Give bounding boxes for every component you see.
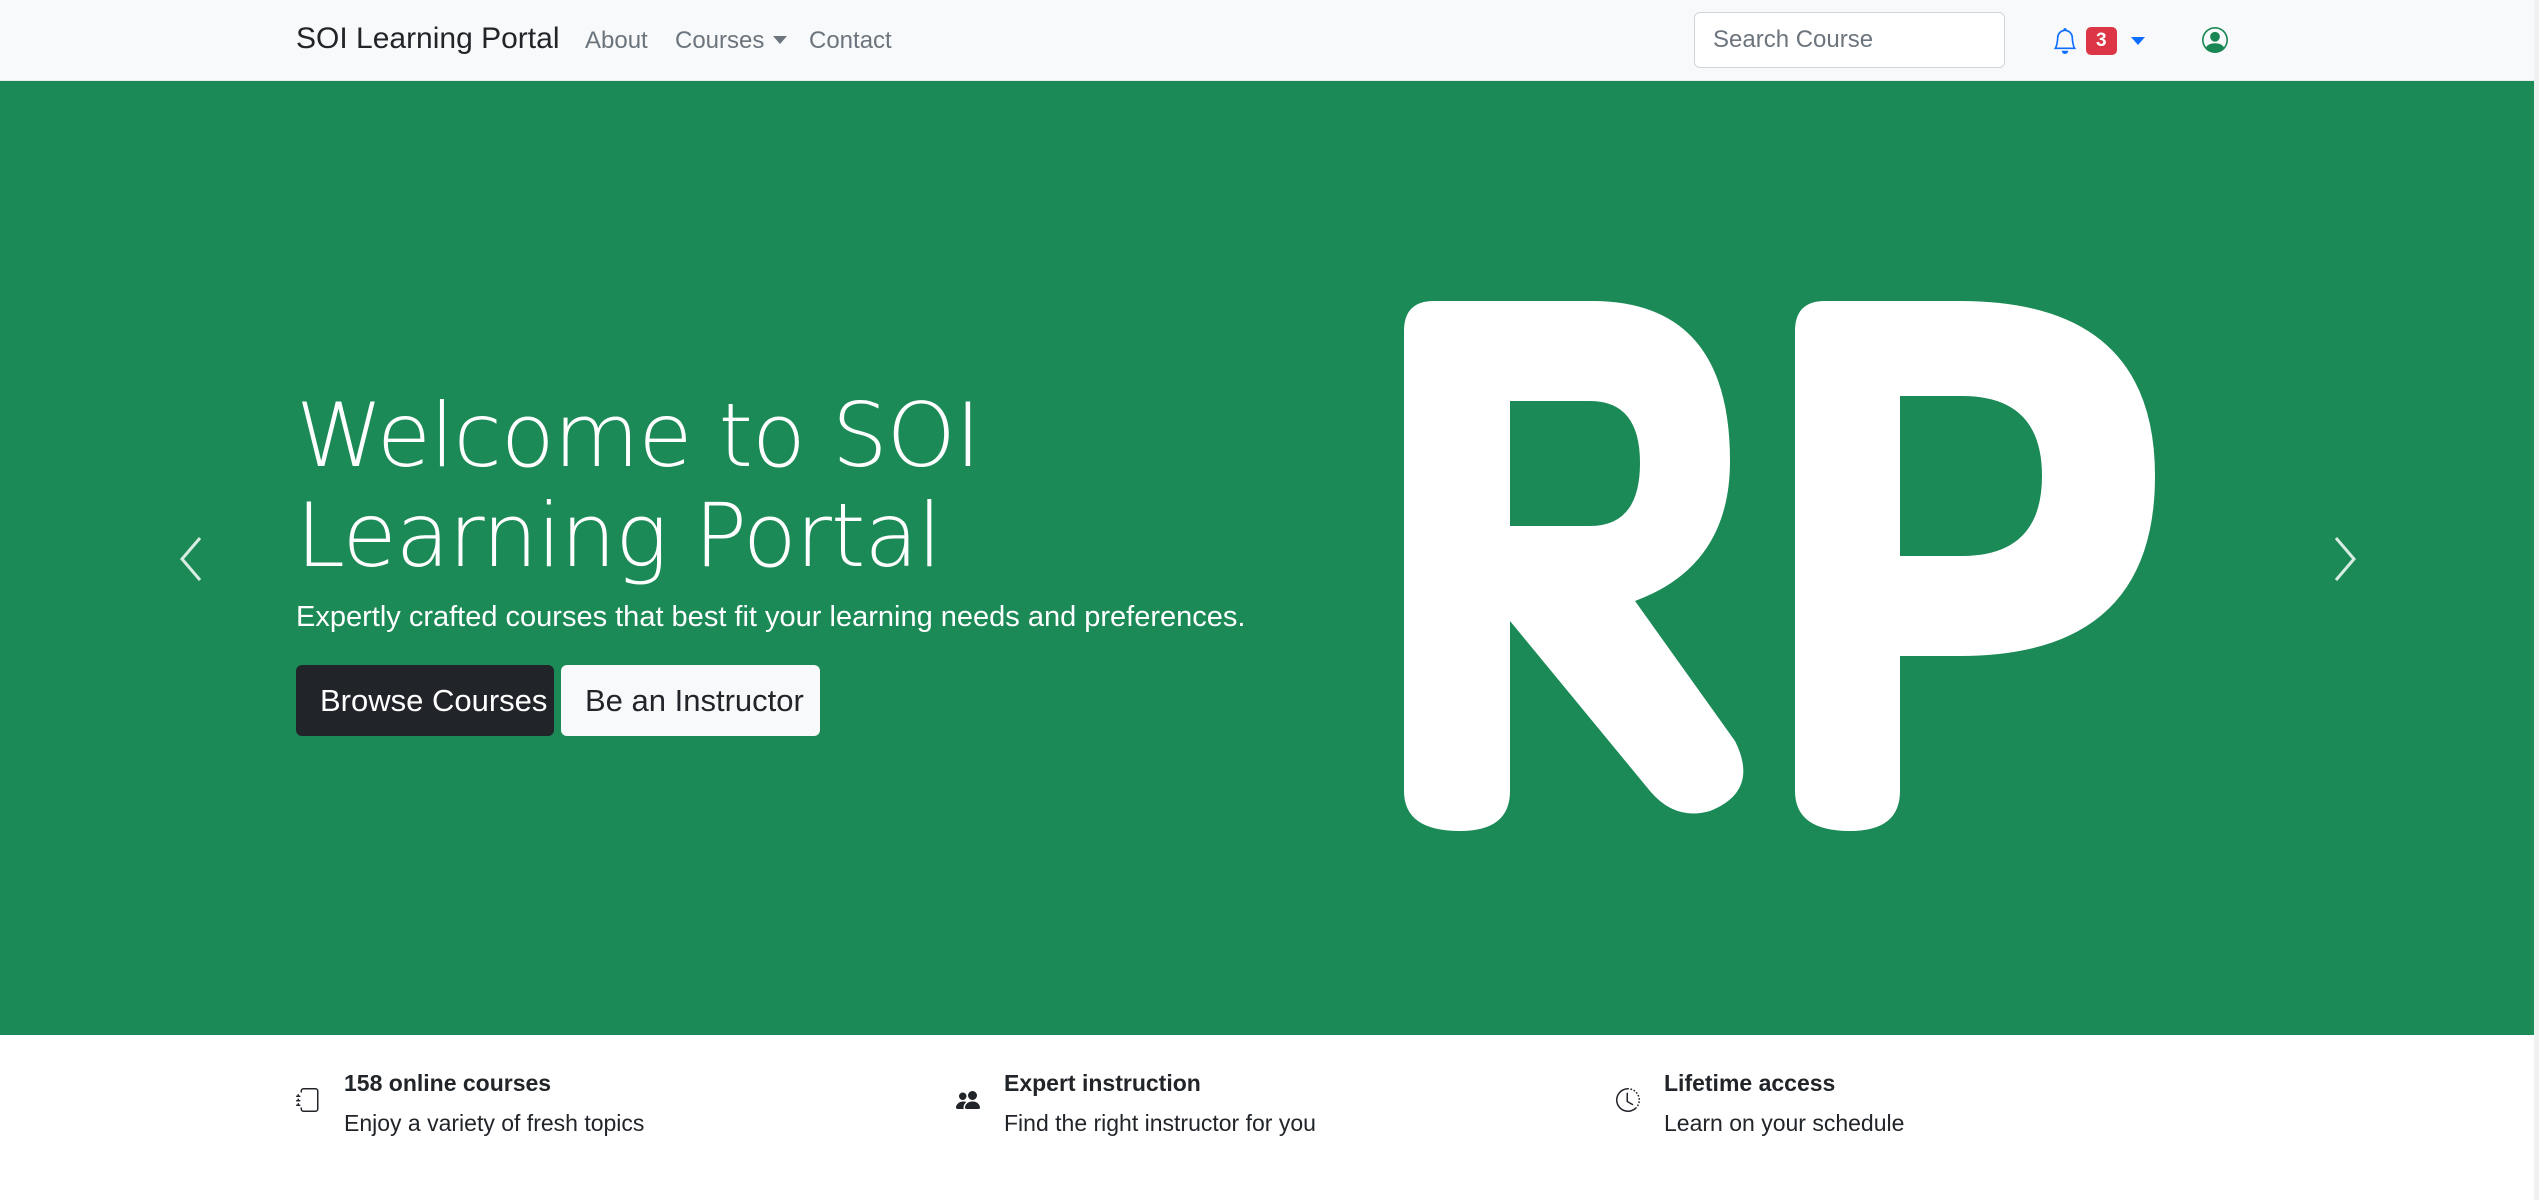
hero-subtitle: Expertly crafted courses that best fit y… [296, 601, 1246, 633]
nav-courses-label: Courses [675, 27, 765, 54]
feature-text: Find the right instructor for you [1004, 1110, 1316, 1136]
people-icon [956, 1091, 980, 1109]
feature-text: Enjoy a variety of fresh topics [344, 1110, 645, 1136]
feature-title: 158 online courses [344, 1070, 552, 1096]
bell-icon [2053, 27, 2077, 54]
brand-link[interactable]: SOI Learning Portal [296, 22, 559, 56]
carousel-next-icon[interactable] [2330, 534, 2360, 584]
feature-title: Expert instruction [1004, 1070, 1201, 1096]
nav-link-about[interactable]: About [585, 27, 648, 55]
top-navbar: SOI Learning Portal About Courses Contac… [0, 0, 2539, 81]
be-instructor-button[interactable]: Be an Instructor [561, 665, 820, 736]
clock-icon [1616, 1088, 1640, 1112]
hero-carousel: Welcome to SOI Learning Portal Expertly … [0, 81, 2534, 1035]
chevron-down-icon [773, 36, 788, 44]
nav-link-contact[interactable]: Contact [809, 27, 892, 55]
chevron-down-icon [2130, 37, 2145, 45]
feature-title: Lifetime access [1664, 1070, 1836, 1096]
hero-title: Welcome to SOI Learning Portal [296, 384, 981, 587]
search-input[interactable] [1694, 12, 2005, 68]
notification-count-badge: 3 [2086, 27, 2117, 55]
carousel-prev-icon[interactable] [176, 534, 206, 584]
rp-logo [1404, 301, 2155, 831]
user-account-icon[interactable] [2202, 27, 2228, 53]
feature-text: Learn on your schedule [1664, 1110, 1905, 1136]
browse-courses-button[interactable]: Browse Courses [296, 665, 554, 736]
vertical-scrollbar[interactable] [2534, 0, 2539, 1200]
book-icon [296, 1088, 319, 1112]
notifications-dropdown[interactable]: 3 [2052, 24, 2145, 58]
nav-dropdown-courses[interactable]: Courses [675, 27, 788, 55]
